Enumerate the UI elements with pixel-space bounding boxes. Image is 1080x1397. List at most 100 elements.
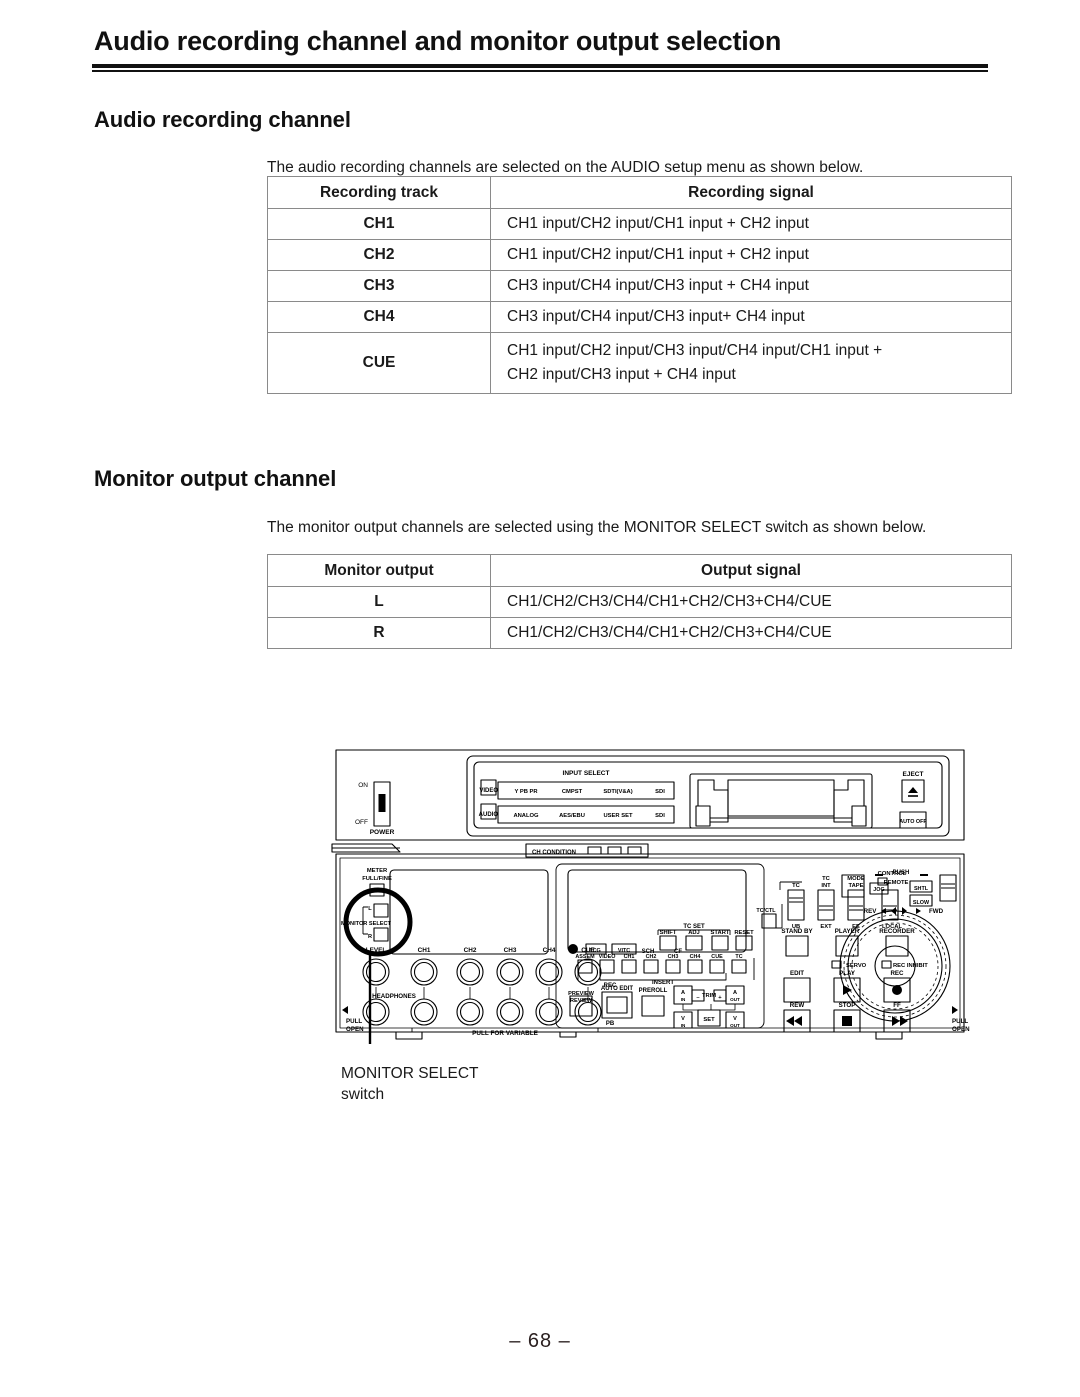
ch4-edit-button bbox=[687, 959, 703, 974]
cell-signal: CH3 input/CH4 input/CH3 input+ CH4 input bbox=[490, 301, 1012, 333]
table-row: CH2 CH1 input/CH2 input/CH1 input + CH2 … bbox=[267, 239, 1012, 271]
label-ch2-edit: CH2 bbox=[646, 954, 657, 960]
ch1-edit-button bbox=[621, 959, 637, 974]
start-button bbox=[711, 935, 729, 951]
label-ch3-edit: CH3 bbox=[668, 954, 679, 960]
mode-tape-ee-lines bbox=[849, 905, 863, 911]
label-stand-by: STAND BY bbox=[781, 928, 813, 935]
callout-line-1: MONITOR SELECT bbox=[341, 1065, 479, 1082]
cell-monitor-output: R bbox=[267, 617, 491, 649]
table-row: CH4 CH3 input/CH4 input/CH3 input+ CH4 i… bbox=[267, 301, 1012, 333]
label-pb: PB bbox=[606, 1021, 615, 1027]
label-push: PUSH bbox=[893, 870, 910, 876]
label-ch1: CH1 bbox=[418, 947, 431, 954]
cassette-left-latch bbox=[695, 805, 711, 827]
auto-edit-button-inner bbox=[606, 996, 628, 1014]
cell-track: CH1 bbox=[267, 208, 491, 240]
ch-condition-led-3 bbox=[627, 846, 642, 855]
label-ch2: CH2 bbox=[464, 947, 477, 954]
table-row: L CH1/CH2/CH3/CH4/CH1+CH2/CH3+CH4/CUE bbox=[267, 586, 1012, 618]
label-tc-sw: TC bbox=[792, 883, 801, 889]
label-start: START bbox=[711, 930, 730, 936]
label-sdti: SDTI(V&A) bbox=[603, 789, 632, 795]
knob-ch2-pb bbox=[456, 998, 484, 1026]
mode-tape-ee-switch bbox=[847, 889, 865, 921]
knob-cue bbox=[574, 958, 602, 986]
cell-output-signal: CH1/CH2/CH3/CH4/CH1+CH2/CH3+CH4/CUE bbox=[490, 586, 1012, 618]
label-headphones: HEADPHONES bbox=[372, 993, 416, 1000]
video-edit-button bbox=[599, 959, 615, 974]
cell-signal: CH1 input/CH2 input/CH1 input + CH2 inpu… bbox=[490, 239, 1012, 271]
vtr-diagram-svg: ON OFF POWER INPUT SELECT VIDEO AUDIO Y … bbox=[331, 749, 970, 1044]
cell-monitor-output: L bbox=[267, 586, 491, 618]
label-a-out-sub: OUT bbox=[730, 997, 740, 1002]
label-aes-ebu: AES/EBU bbox=[559, 813, 585, 819]
label-ch4: CH4 bbox=[543, 947, 556, 954]
label-meter: METER bbox=[367, 868, 388, 874]
label-level: LEVEL bbox=[366, 947, 387, 954]
heading-monitor-output-channel: Monitor output channel bbox=[94, 466, 337, 492]
label-rec-inhibit: REC INHIBIT bbox=[893, 963, 928, 969]
ch3-edit-button bbox=[665, 959, 681, 974]
table-header-row: Recording track Recording signal bbox=[267, 176, 1012, 209]
label-player: PLAYER bbox=[835, 928, 860, 935]
intro-monitor-output: The monitor output channels are selected… bbox=[267, 518, 927, 536]
knob-ch1-pb bbox=[410, 998, 438, 1026]
cell-track: CH4 bbox=[267, 301, 491, 333]
label-play: PLAY bbox=[839, 970, 856, 977]
monitor-output-table: Monitor output Output signal L CH1/CH2/C… bbox=[267, 554, 1012, 649]
rec-circle-icon bbox=[892, 985, 902, 995]
label-ff: FF bbox=[893, 1002, 901, 1009]
label-remote: REMOTE bbox=[884, 880, 909, 886]
label-shtl: SHTL bbox=[914, 886, 929, 892]
cassette-right-latch bbox=[851, 805, 867, 827]
label-power-on: ON bbox=[358, 782, 368, 789]
label-preview: PREVIEW bbox=[568, 991, 595, 997]
heading-audio-recording-channel: Audio recording channel bbox=[94, 107, 351, 133]
label-set: SET bbox=[703, 1017, 715, 1023]
label-cmpst: CMPST bbox=[562, 789, 583, 795]
tc-ctl-bracket bbox=[776, 904, 783, 929]
header-recording-track: Recording track bbox=[267, 176, 491, 209]
header-output-signal: Output signal bbox=[490, 554, 1012, 587]
label-v-out: V bbox=[733, 1016, 737, 1022]
label-ch4-edit: CH4 bbox=[690, 954, 701, 960]
knob-row-rec bbox=[362, 958, 602, 986]
label-a-out: A bbox=[733, 990, 737, 996]
label-ch-condition: CH CONDITION bbox=[532, 850, 576, 856]
page-title: Audio recording channel and monitor outp… bbox=[94, 26, 782, 56]
label-audio: AUDIO bbox=[479, 812, 499, 818]
cell-output-signal: CH1/CH2/CH3/CH4/CH1+CH2/CH3+CH4/CUE bbox=[490, 617, 1012, 649]
power-switch-lever bbox=[378, 794, 386, 812]
label-fwd: FWD bbox=[929, 908, 944, 915]
label-shift: SHIFT bbox=[660, 930, 677, 936]
cell-signal: CH1 input/CH2 input/CH1 input + CH2 inpu… bbox=[490, 208, 1012, 240]
label-trim-text: TRIM bbox=[702, 993, 716, 999]
label-tc-mode: TC bbox=[822, 876, 831, 882]
label-monitor-select: MONITOR SELECT bbox=[341, 921, 392, 927]
label-adj: ADJ bbox=[688, 930, 700, 936]
cell-track: CUE bbox=[267, 332, 491, 394]
stop-square-icon bbox=[842, 1016, 852, 1026]
label-sdi-audio: SDI bbox=[655, 813, 665, 819]
knob-ch4 bbox=[535, 958, 563, 986]
label-tape: TAPE bbox=[848, 883, 863, 889]
label-user-set: USER SET bbox=[604, 813, 633, 819]
label-ch1-edit: CH1 bbox=[624, 954, 635, 960]
header-monitor-output: Monitor output bbox=[267, 554, 491, 587]
label-preroll: PREROLL bbox=[639, 988, 668, 994]
cell-signal: CH3 input/CH4 input/CH3 input + CH4 inpu… bbox=[490, 270, 1012, 302]
label-power-off: OFF bbox=[355, 819, 368, 826]
label-tc-ctl: TC/CTL bbox=[756, 908, 776, 914]
ch2-edit-button bbox=[643, 959, 659, 974]
table-row: R CH1/CH2/CH3/CH4/CH1+CH2/CH3+CH4/CUE bbox=[267, 617, 1012, 649]
cell-signal-line2: CH2 input/CH3 input + CH4 input bbox=[507, 366, 736, 383]
label-recorder: RECORDER bbox=[879, 928, 915, 935]
label-power: POWER bbox=[370, 829, 395, 836]
rec-inhibit-indicator bbox=[881, 960, 892, 969]
cell-track: CH2 bbox=[267, 239, 491, 271]
knob-headphones bbox=[362, 998, 390, 1026]
title-block: Audio recording channel and monitor outp… bbox=[92, 26, 988, 72]
knob-ch1 bbox=[410, 958, 438, 986]
label-slow: SLOW bbox=[913, 900, 930, 906]
